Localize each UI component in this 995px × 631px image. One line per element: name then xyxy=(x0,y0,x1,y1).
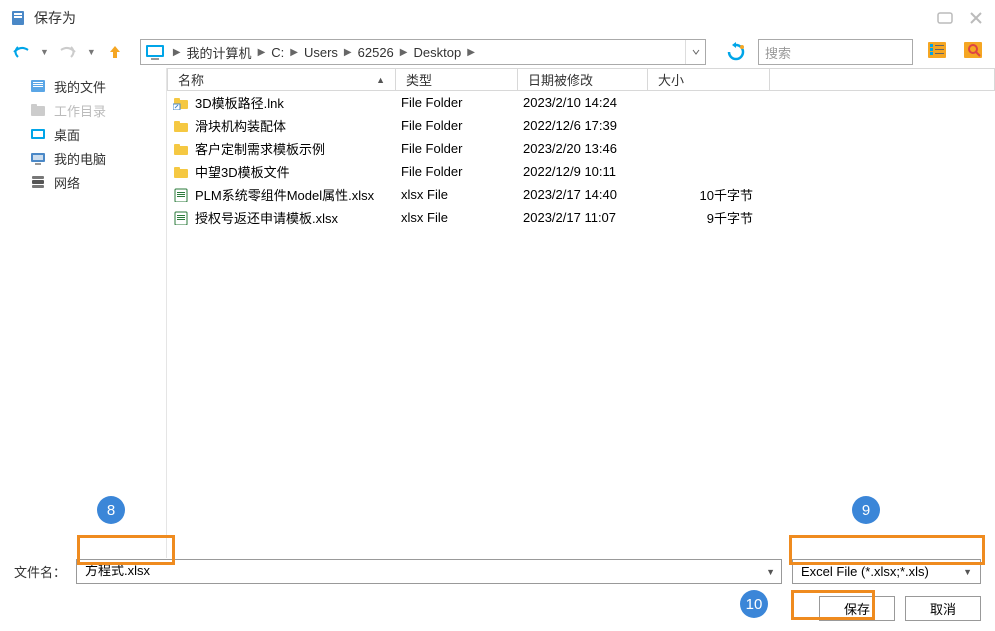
help-icon[interactable] xyxy=(937,11,955,25)
file-date-cell: 2023/2/17 11:07 xyxy=(517,210,647,225)
file-type-cell: File Folder xyxy=(395,95,517,110)
breadcrumb-item[interactable]: 62526 xyxy=(356,45,396,60)
back-button[interactable] xyxy=(10,41,32,63)
computer-icon xyxy=(145,43,165,61)
file-icon xyxy=(173,142,189,156)
file-type-cell: xlsx File xyxy=(395,210,517,225)
sidebar-item[interactable]: 桌面 xyxy=(0,122,166,146)
file-type-cell: File Folder xyxy=(395,141,517,156)
breadcrumb-dropdown[interactable] xyxy=(685,40,705,64)
app-icon xyxy=(10,10,26,26)
file-row[interactable]: 滑块机构装配体File Folder2022/12/6 17:39 xyxy=(167,114,995,137)
file-date-cell: 2022/12/9 10:11 xyxy=(517,164,647,179)
sidebar-item[interactable]: 我的文件 xyxy=(0,74,166,98)
sidebar-item-label: 我的电脑 xyxy=(54,149,106,168)
sidebar: 我的文件工作目录桌面我的电脑网络 xyxy=(0,68,167,558)
file-row[interactable]: 中望3D模板文件File Folder2022/12/9 10:11 xyxy=(167,160,995,183)
sidebar-item[interactable]: 网络 xyxy=(0,170,166,194)
refresh-button[interactable] xyxy=(722,38,750,66)
sidebar-item[interactable]: 我的电脑 xyxy=(0,146,166,170)
back-dropdown[interactable]: ▼ xyxy=(40,47,49,57)
breadcrumb-sep: ▶ xyxy=(286,47,302,58)
file-row[interactable]: PLM系统零组件Model属性.xlsxxlsx File2023/2/17 1… xyxy=(167,183,995,206)
file-date-cell: 2023/2/10 14:24 xyxy=(517,95,647,110)
sidebar-item-label: 工作目录 xyxy=(54,101,106,120)
file-name-cell: 3D模板路径.lnk xyxy=(167,93,395,112)
breadcrumb-sep: ▶ xyxy=(169,47,185,58)
file-name-cell: 客户定制需求模板示例 xyxy=(167,139,395,158)
file-date-cell: 2022/12/6 17:39 xyxy=(517,118,647,133)
search-input[interactable]: 搜索 xyxy=(758,39,913,65)
sidebar-icon xyxy=(30,175,46,189)
forward-dropdown[interactable]: ▼ xyxy=(87,47,96,57)
breadcrumb-item[interactable]: C: xyxy=(269,45,286,60)
filename-label: 文件名： xyxy=(14,562,66,581)
titlebar: 保存为 xyxy=(0,0,995,36)
sidebar-item-label: 网络 xyxy=(54,173,80,192)
file-icon xyxy=(173,211,189,225)
window-title: 保存为 xyxy=(34,8,925,28)
column-size[interactable]: 大小 xyxy=(648,69,770,90)
file-size-cell: 9千字节 xyxy=(647,208,769,227)
file-name-cell: 授权号返还申请模板.xlsx xyxy=(167,208,395,227)
file-icon xyxy=(173,119,189,133)
breadcrumb-sep: ▶ xyxy=(396,47,412,58)
column-name[interactable]: 名称▲ xyxy=(168,69,396,90)
bottom-panel: 文件名： 方程式.xlsx ▼ Excel File (*.xlsx;*.xls… xyxy=(0,549,995,631)
breadcrumb-sep: ▶ xyxy=(254,47,270,58)
toolbar: ▼ ▼ ▶ 我的计算机 ▶ C: ▶ Users ▶ 62526 ▶ Deskt… xyxy=(0,36,995,68)
file-date-cell: 2023/2/17 14:40 xyxy=(517,187,647,202)
file-list: 3D模板路径.lnkFile Folder2023/2/10 14:24滑块机构… xyxy=(167,91,995,229)
cancel-button[interactable]: 取消 xyxy=(905,596,981,621)
file-row[interactable]: 3D模板路径.lnkFile Folder2023/2/10 14:24 xyxy=(167,91,995,114)
sidebar-item: 工作目录 xyxy=(0,98,166,122)
main-area: 我的文件工作目录桌面我的电脑网络 名称▲ 类型 日期被修改 大小 3D模板路径.… xyxy=(0,68,995,558)
file-name-cell: 滑块机构装配体 xyxy=(167,116,395,135)
sidebar-icon xyxy=(30,151,46,165)
sidebar-icon xyxy=(30,127,46,141)
breadcrumb[interactable]: ▶ 我的计算机 ▶ C: ▶ Users ▶ 62526 ▶ Desktop ▶ xyxy=(140,39,706,65)
filename-row: 文件名： 方程式.xlsx ▼ Excel File (*.xlsx;*.xls… xyxy=(14,559,981,584)
list-view-button[interactable] xyxy=(927,41,949,63)
sidebar-icon xyxy=(30,103,46,117)
file-row[interactable]: 授权号返还申请模板.xlsxxlsx File2023/2/17 11:079千… xyxy=(167,206,995,229)
file-date-cell: 2023/2/20 13:46 xyxy=(517,141,647,156)
column-headers: 名称▲ 类型 日期被修改 大小 xyxy=(167,68,995,91)
breadcrumb-sep: ▶ xyxy=(463,47,479,58)
file-row[interactable]: 客户定制需求模板示例File Folder2023/2/20 13:46 xyxy=(167,137,995,160)
sidebar-icon xyxy=(30,79,46,93)
file-type-cell: File Folder xyxy=(395,118,517,133)
filename-input[interactable]: 方程式.xlsx ▼ xyxy=(76,559,782,584)
save-button[interactable]: 保存 xyxy=(819,596,895,621)
close-icon[interactable] xyxy=(967,11,985,25)
preview-button[interactable] xyxy=(963,41,985,63)
file-type-cell: File Folder xyxy=(395,164,517,179)
file-name-cell: PLM系统零组件Model属性.xlsx xyxy=(167,185,395,204)
breadcrumb-item[interactable]: Desktop xyxy=(411,45,463,60)
column-date[interactable]: 日期被修改 xyxy=(518,69,648,90)
breadcrumb-sep: ▶ xyxy=(340,47,356,58)
file-name-cell: 中望3D模板文件 xyxy=(167,162,395,181)
file-list-area: 名称▲ 类型 日期被修改 大小 3D模板路径.lnkFile Folder202… xyxy=(167,68,995,558)
button-row: 保存 取消 xyxy=(14,596,981,621)
breadcrumb-item[interactable]: 我的计算机 xyxy=(185,43,254,62)
file-icon xyxy=(173,165,189,179)
file-icon xyxy=(173,96,189,110)
column-spacer xyxy=(770,69,994,90)
sidebar-item-label: 桌面 xyxy=(54,125,80,144)
forward-button xyxy=(57,41,79,63)
file-size-cell: 10千字节 xyxy=(647,185,769,204)
file-type-cell: xlsx File xyxy=(395,187,517,202)
sidebar-item-label: 我的文件 xyxy=(54,77,106,96)
filetype-select[interactable]: Excel File (*.xlsx;*.xls) ▼ xyxy=(792,559,981,584)
breadcrumb-item[interactable]: Users xyxy=(302,45,340,60)
up-button[interactable] xyxy=(104,41,126,63)
column-type[interactable]: 类型 xyxy=(396,69,518,90)
file-icon xyxy=(173,188,189,202)
